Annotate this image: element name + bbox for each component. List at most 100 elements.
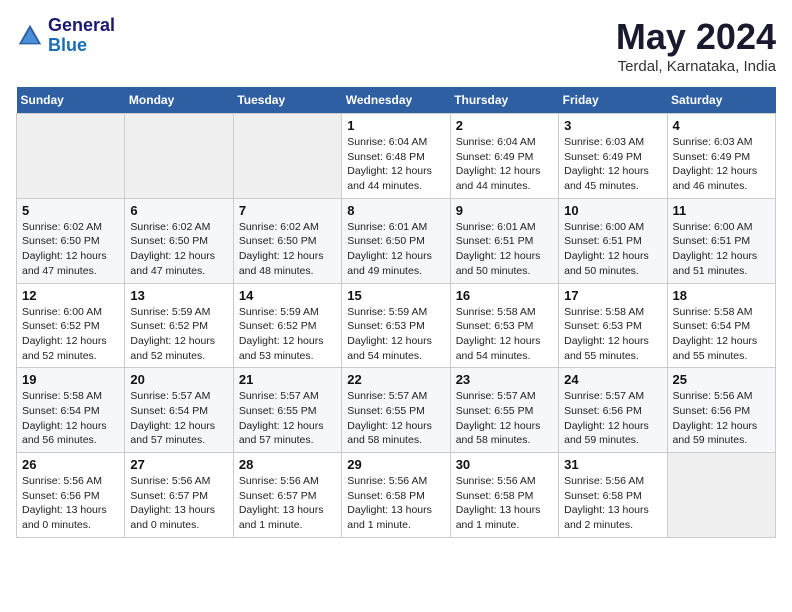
day-info: Sunrise: 6:02 AMSunset: 6:50 PMDaylight:… <box>22 220 119 279</box>
day-number: 24 <box>564 372 661 387</box>
day-info: Sunrise: 5:59 AMSunset: 6:53 PMDaylight:… <box>347 305 444 364</box>
calendar-cell: 25 Sunrise: 5:56 AMSunset: 6:56 PMDayligh… <box>667 368 775 453</box>
day-info: Sunrise: 6:00 AMSunset: 6:51 PMDaylight:… <box>673 220 770 279</box>
calendar-cell: 23 Sunrise: 5:57 AMSunset: 6:55 PMDayligh… <box>450 368 558 453</box>
day-info: Sunrise: 5:57 AMSunset: 6:56 PMDaylight:… <box>564 389 661 448</box>
calendar-cell <box>233 114 341 199</box>
day-number: 5 <box>22 203 119 218</box>
calendar-cell: 15Sunrise: 5:59 AMSunset: 6:53 PMDayligh… <box>342 283 450 368</box>
logo: General Blue <box>16 16 115 56</box>
day-number: 26 <box>22 457 119 472</box>
day-number: 22 <box>347 372 444 387</box>
day-number: 20 <box>130 372 227 387</box>
calendar-cell: 31Sunrise: 5:56 AMSunset: 6:58 PMDayligh… <box>559 453 667 538</box>
calendar-cell <box>17 114 125 199</box>
day-number: 1 <box>347 118 444 133</box>
weekday-header-row: SundayMondayTuesdayWednesdayThursdayFrid… <box>17 87 776 114</box>
day-number: 16 <box>456 288 553 303</box>
day-number: 31 <box>564 457 661 472</box>
day-number: 12 <box>22 288 119 303</box>
calendar-table: SundayMondayTuesdayWednesdayThursdayFrid… <box>16 87 776 538</box>
day-info: Sunrise: 5:58 AMSunset: 6:53 PMDaylight:… <box>564 305 661 364</box>
weekday-header-saturday: Saturday <box>667 87 775 114</box>
day-info: Sunrise: 6:03 AMSunset: 6:49 PMDaylight:… <box>564 135 661 194</box>
calendar-cell: 20 Sunrise: 5:57 AMSunset: 6:54 PMDayligh… <box>125 368 233 453</box>
day-info: Sunrise: 5:57 AMSunset: 6:55 PMDaylight:… <box>239 389 336 448</box>
calendar-cell: 29 Sunrise: 5:56 AMSunset: 6:58 PMDayligh… <box>342 453 450 538</box>
calendar-week-row: 19 Sunrise: 5:58 AMSunset: 6:54 PMDayligh… <box>17 368 776 453</box>
day-info: Sunrise: 6:04 AMSunset: 6:48 PMDaylight:… <box>347 135 444 194</box>
day-number: 17 <box>564 288 661 303</box>
day-number: 6 <box>130 203 227 218</box>
day-number: 25 <box>673 372 770 387</box>
day-info: Sunrise: 5:57 AMSunset: 6:55 PMDaylight:… <box>347 389 444 448</box>
calendar-cell: 11 Sunrise: 6:00 AMSunset: 6:51 PMDayligh… <box>667 198 775 283</box>
calendar-cell: 9 Sunrise: 6:01 AMSunset: 6:51 PMDaylight… <box>450 198 558 283</box>
calendar-cell: 21 Sunrise: 5:57 AMSunset: 6:55 PMDayligh… <box>233 368 341 453</box>
day-info: Sunrise: 5:56 AMSunset: 6:58 PMDaylight:… <box>456 474 553 533</box>
day-info: Sunrise: 5:57 AMSunset: 6:55 PMDaylight:… <box>456 389 553 448</box>
weekday-header-monday: Monday <box>125 87 233 114</box>
day-info: Sunrise: 5:57 AMSunset: 6:54 PMDaylight:… <box>130 389 227 448</box>
day-number: 23 <box>456 372 553 387</box>
day-info: Sunrise: 6:01 AMSunset: 6:51 PMDaylight:… <box>456 220 553 279</box>
calendar-cell: 4Sunrise: 6:03 AMSunset: 6:49 PMDaylight… <box>667 114 775 199</box>
calendar-cell: 19 Sunrise: 5:58 AMSunset: 6:54 PMDayligh… <box>17 368 125 453</box>
day-info: Sunrise: 5:56 AMSunset: 6:57 PMDaylight:… <box>239 474 336 533</box>
day-number: 8 <box>347 203 444 218</box>
day-info: Sunrise: 5:56 AMSunset: 6:56 PMDaylight:… <box>673 389 770 448</box>
day-info: Sunrise: 5:58 AMSunset: 6:54 PMDaylight:… <box>673 305 770 364</box>
calendar-cell: 12 Sunrise: 6:00 AMSunset: 6:52 PMDayligh… <box>17 283 125 368</box>
weekday-header-wednesday: Wednesday <box>342 87 450 114</box>
day-number: 7 <box>239 203 336 218</box>
day-info: Sunrise: 6:03 AMSunset: 6:49 PMDaylight:… <box>673 135 770 194</box>
day-number: 9 <box>456 203 553 218</box>
calendar-week-row: 26 Sunrise: 5:56 AMSunset: 6:56 PMDayligh… <box>17 453 776 538</box>
calendar-cell: 26 Sunrise: 5:56 AMSunset: 6:56 PMDayligh… <box>17 453 125 538</box>
calendar-cell: 28 Sunrise: 5:56 AMSunset: 6:57 PMDayligh… <box>233 453 341 538</box>
day-number: 2 <box>456 118 553 133</box>
calendar-cell: 16 Sunrise: 5:58 AMSunset: 6:53 PMDayligh… <box>450 283 558 368</box>
logo-text: General Blue <box>48 16 115 56</box>
day-number: 19 <box>22 372 119 387</box>
calendar-title: May 2024 <box>616 16 776 58</box>
day-number: 29 <box>347 457 444 472</box>
day-info: Sunrise: 6:00 AMSunset: 6:52 PMDaylight:… <box>22 305 119 364</box>
day-info: Sunrise: 5:59 AMSunset: 6:52 PMDaylight:… <box>130 305 227 364</box>
day-info: Sunrise: 5:56 AMSunset: 6:56 PMDaylight:… <box>22 474 119 533</box>
weekday-header-friday: Friday <box>559 87 667 114</box>
day-number: 21 <box>239 372 336 387</box>
calendar-cell: 3 Sunrise: 6:03 AMSunset: 6:49 PMDaylight… <box>559 114 667 199</box>
day-info: Sunrise: 6:04 AMSunset: 6:49 PMDaylight:… <box>456 135 553 194</box>
day-number: 3 <box>564 118 661 133</box>
day-info: Sunrise: 5:58 AMSunset: 6:54 PMDaylight:… <box>22 389 119 448</box>
calendar-cell <box>125 114 233 199</box>
calendar-cell: 30 Sunrise: 5:56 AMSunset: 6:58 PMDayligh… <box>450 453 558 538</box>
calendar-cell: 22 Sunrise: 5:57 AMSunset: 6:55 PMDayligh… <box>342 368 450 453</box>
calendar-week-row: 5 Sunrise: 6:02 AMSunset: 6:50 PMDaylight… <box>17 198 776 283</box>
calendar-cell: 5 Sunrise: 6:02 AMSunset: 6:50 PMDaylight… <box>17 198 125 283</box>
calendar-cell: 13Sunrise: 5:59 AMSunset: 6:52 PMDayligh… <box>125 283 233 368</box>
day-number: 14 <box>239 288 336 303</box>
calendar-cell <box>667 453 775 538</box>
day-info: Sunrise: 5:56 AMSunset: 6:58 PMDaylight:… <box>347 474 444 533</box>
day-info: Sunrise: 5:58 AMSunset: 6:53 PMDaylight:… <box>456 305 553 364</box>
page-header: General Blue May 2024 Terdal, Karnataka,… <box>16 16 776 75</box>
day-number: 28 <box>239 457 336 472</box>
day-number: 11 <box>673 203 770 218</box>
day-info: Sunrise: 5:56 AMSunset: 6:57 PMDaylight:… <box>130 474 227 533</box>
day-number: 27 <box>130 457 227 472</box>
weekday-header-tuesday: Tuesday <box>233 87 341 114</box>
calendar-cell: 24 Sunrise: 5:57 AMSunset: 6:56 PMDayligh… <box>559 368 667 453</box>
calendar-cell: 17 Sunrise: 5:58 AMSunset: 6:53 PMDayligh… <box>559 283 667 368</box>
calendar-cell: 2 Sunrise: 6:04 AMSunset: 6:49 PMDaylight… <box>450 114 558 199</box>
calendar-subtitle: Terdal, Karnataka, India <box>616 58 776 75</box>
day-info: Sunrise: 6:02 AMSunset: 6:50 PMDaylight:… <box>239 220 336 279</box>
day-info: Sunrise: 5:59 AMSunset: 6:52 PMDaylight:… <box>239 305 336 364</box>
calendar-week-row: 12 Sunrise: 6:00 AMSunset: 6:52 PMDayligh… <box>17 283 776 368</box>
calendar-cell: 14 Sunrise: 5:59 AMSunset: 6:52 PMDayligh… <box>233 283 341 368</box>
calendar-cell: 8Sunrise: 6:01 AMSunset: 6:50 PMDaylight… <box>342 198 450 283</box>
calendar-cell: 7 Sunrise: 6:02 AMSunset: 6:50 PMDaylight… <box>233 198 341 283</box>
day-number: 30 <box>456 457 553 472</box>
day-info: Sunrise: 6:02 AMSunset: 6:50 PMDaylight:… <box>130 220 227 279</box>
